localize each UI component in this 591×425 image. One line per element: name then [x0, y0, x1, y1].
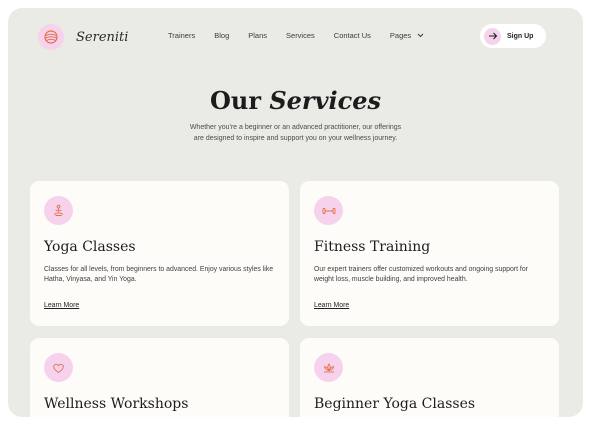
page-title: Our Services — [8, 86, 583, 115]
sign-up-label: Sign Up — [507, 32, 534, 40]
chevron-down-icon — [417, 33, 424, 38]
nav-item-pages-label: Pages — [389, 31, 412, 40]
service-description: Our expert trainers offer customized wor… — [314, 266, 528, 283]
service-card-wellness-workshops: Wellness Workshops — [30, 338, 289, 417]
service-card-beginner-yoga-classes: Beginner Yoga Classes — [300, 338, 559, 417]
service-title: Beginner Yoga Classes — [314, 396, 476, 412]
nav-item-services[interactable]: Services — [286, 31, 315, 40]
service-title: Fitness Training — [314, 239, 431, 255]
nav-item-trainers[interactable]: Trainers — [168, 31, 195, 40]
nav-item-blog[interactable]: Blog — [214, 31, 229, 40]
nav-item-plans[interactable]: Plans — [248, 31, 267, 40]
logo-icon — [38, 24, 64, 50]
page-title-italic: Services — [269, 86, 382, 115]
heart-hand-icon — [44, 353, 73, 382]
lotus-icon — [314, 353, 343, 382]
service-description: Classes for all levels, from beginners t… — [44, 266, 274, 283]
dumbbell-icon — [314, 196, 343, 225]
learn-more-link[interactable]: Learn More — [44, 302, 79, 309]
page-frame: Sereniti Trainers Blog Plans Services Co… — [8, 8, 583, 417]
nav-item-pages[interactable]: Pages — [390, 31, 424, 40]
meditation-icon — [44, 196, 73, 225]
page-subtitle: Whether you're a beginner or an advanced… — [189, 124, 402, 142]
service-card-yoga-classes: Yoga Classes Classes for all levels, fro… — [30, 181, 289, 326]
service-title: Yoga Classes — [44, 239, 136, 255]
service-title: Wellness Workshops — [44, 396, 189, 412]
page-title-plain: Our — [209, 86, 261, 115]
service-card-fitness-training: Fitness Training Our expert trainers off… — [300, 181, 559, 326]
nav-item-contact-us[interactable]: Contact Us — [334, 31, 371, 40]
main-nav: Trainers Blog Plans Services Contact Us … — [168, 31, 424, 40]
sign-up-button[interactable]: Sign Up — [480, 24, 546, 48]
learn-more-link[interactable]: Learn More — [314, 302, 349, 309]
brand-name: Sereniti — [76, 29, 129, 45]
brand-logo[interactable]: Sereniti — [38, 24, 128, 50]
arrow-right-icon — [484, 27, 501, 45]
